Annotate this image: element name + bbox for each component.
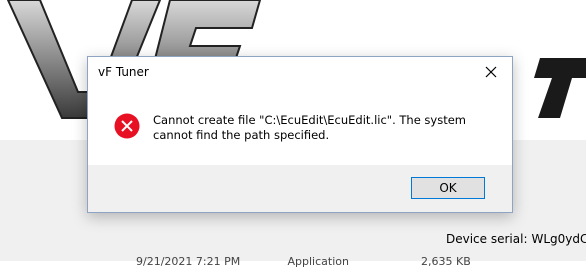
device-serial-value: WLg0ydCY xyxy=(532,232,586,246)
file-list-row[interactable]: 9/21/2021 7:21 PM Application 2,635 KB xyxy=(136,255,471,268)
dialog-title: vF Tuner xyxy=(98,65,149,79)
device-serial: Device serial: WLg0ydCY xyxy=(446,232,586,246)
dialog-content: Cannot create file "C:\EcuEdit\EcuEdit.l… xyxy=(88,87,512,165)
error-icon xyxy=(114,113,140,139)
file-size: 2,635 KB xyxy=(421,255,471,268)
close-button[interactable] xyxy=(470,57,512,87)
file-date: 9/21/2021 7:21 PM xyxy=(136,255,284,268)
ok-button[interactable]: OK xyxy=(411,177,485,199)
error-dialog: vF Tuner Cannot create file "C:\EcuEdit\… xyxy=(87,56,513,213)
file-type: Application xyxy=(288,255,418,268)
device-serial-label: Device serial: xyxy=(446,232,528,246)
close-icon xyxy=(485,66,497,78)
dialog-titlebar[interactable]: vF Tuner xyxy=(88,57,512,87)
error-message: Cannot create file "C:\EcuEdit\EcuEdit.l… xyxy=(153,113,483,143)
